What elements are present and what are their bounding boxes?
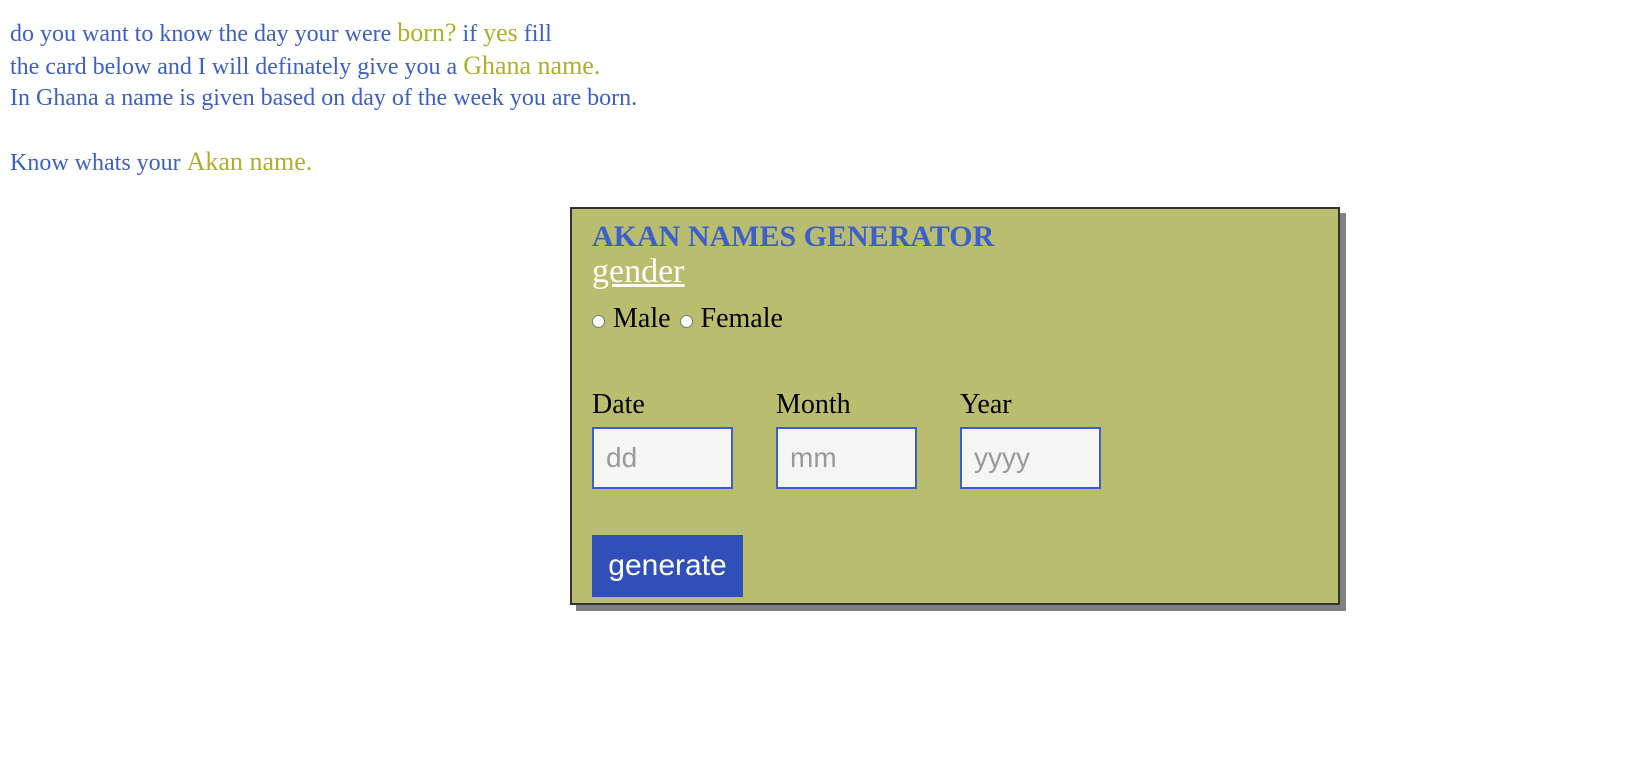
gender-radio-group: Male Female [592, 303, 792, 335]
month-input[interactable]: mm [776, 427, 917, 489]
intro-line-1-part-a: do you want to know the day your were [10, 21, 398, 47]
intro-line-3: In Ghana a name is given based on day of… [10, 85, 638, 111]
born-highlight: born? [397, 18, 457, 47]
date-field: Date dd [592, 389, 733, 489]
intro-line-2: the card below and I will definately giv… [10, 51, 600, 81]
year-label: Year [960, 389, 1012, 420]
intro-line-4-part-a: Know whats your [10, 150, 187, 176]
month-label: Month [776, 389, 851, 420]
card-title: AKAN NAMES GENERATOR [592, 220, 995, 253]
date-input[interactable]: dd [592, 427, 733, 489]
month-field: Month mm [776, 389, 917, 489]
akan-name-highlight: Akan name. [186, 147, 313, 176]
male-radio-label[interactable]: Male [613, 303, 671, 335]
yes-highlight: yes [483, 18, 518, 47]
year-field: Year yyyy [960, 389, 1101, 489]
gender-label: gender [592, 253, 685, 290]
female-radio[interactable] [679, 314, 693, 328]
intro-line-2-part-a: the card below and I will definately giv… [10, 54, 464, 80]
intro-line-4: Know whats your Akan name. [10, 147, 312, 177]
male-radio[interactable] [592, 314, 605, 328]
generate-button[interactable]: generate [592, 535, 743, 597]
akan-generator-card: AKAN NAMES GENERATOR gender Male Female … [570, 207, 1340, 605]
female-radio-label[interactable]: Female [701, 303, 783, 335]
intro-line-1-part-c: if [456, 21, 484, 47]
year-input[interactable]: yyyy [960, 427, 1101, 489]
intro-line-1: do you want to know the day your were bo… [10, 18, 552, 48]
intro-line-1-part-e: fill [517, 21, 552, 47]
ghana-name-highlight: Ghana name. [463, 51, 601, 80]
date-label: Date [592, 389, 645, 420]
